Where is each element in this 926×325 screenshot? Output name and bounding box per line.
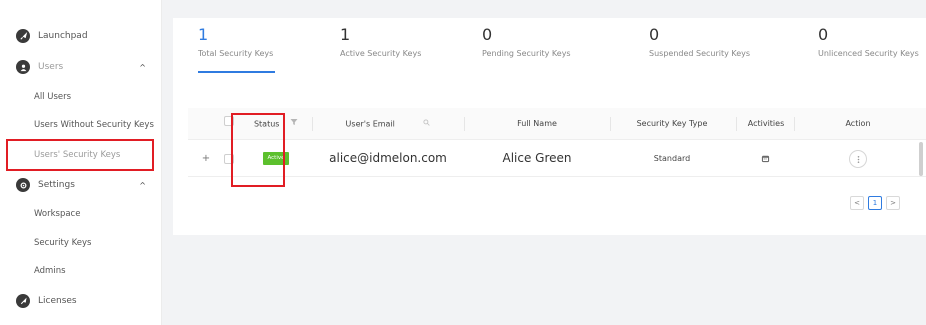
table-scrollbar[interactable] xyxy=(919,142,923,176)
table-row[interactable]: + Active alice@idmelon.com Alice Green S… xyxy=(188,140,926,177)
stat-label: Active Security Keys xyxy=(340,49,422,58)
full-name-cell: Alice Green xyxy=(502,151,572,165)
stat-pending-security-keys[interactable]: 0 Pending Security Keys xyxy=(482,25,571,59)
sidebar-item-label: Users' Security Keys xyxy=(34,150,121,160)
more-vertical-icon xyxy=(857,155,860,163)
sidebar-item-workspace[interactable]: Workspace xyxy=(0,209,162,219)
stat-label: Suspended Security Keys xyxy=(649,49,751,58)
security-keys-table: Status User's Email Full Name Security K… xyxy=(188,108,926,177)
stat-unlicenced-security-keys[interactable]: 0 Unlicenced Security Keys xyxy=(818,25,919,59)
stat-value: 1 xyxy=(340,25,351,44)
sidebar: Launchpad Users ^ All Users Users Withou… xyxy=(0,0,162,325)
sidebar-item-users[interactable]: Users ^ xyxy=(0,59,162,75)
header-email[interactable]: User's Email xyxy=(318,108,458,140)
sidebar-item-licenses[interactable]: Licenses xyxy=(0,293,162,309)
stat-suspended-security-keys[interactable]: 0 Suspended Security Keys xyxy=(649,25,751,59)
page-button-current[interactable]: 1 xyxy=(868,196,882,210)
sidebar-item-all-users[interactable]: All Users xyxy=(0,92,162,102)
stat-label: Pending Security Keys xyxy=(482,49,571,58)
next-page-button[interactable]: > xyxy=(886,196,900,210)
expand-row-button[interactable]: + xyxy=(200,140,212,177)
activities-button[interactable] xyxy=(757,150,775,168)
sidebar-item-label: Licenses xyxy=(38,296,77,306)
gear-icon xyxy=(16,178,30,192)
sidebar-item-users-security-keys[interactable]: Users' Security Keys xyxy=(6,139,154,171)
sidebar-item-label: Launchpad xyxy=(38,31,88,41)
pagination: < 1 > xyxy=(850,196,900,210)
stat-value: 0 xyxy=(818,25,829,44)
sidebar-item-security-keys[interactable]: Security Keys xyxy=(0,238,162,248)
prev-page-button[interactable]: < xyxy=(850,196,864,210)
stat-value: 0 xyxy=(649,25,660,44)
sidebar-item-label: Users xyxy=(38,62,64,72)
header-security-key-type: Security Key Type xyxy=(636,119,708,128)
activities-cell xyxy=(740,140,792,177)
header-activities: Activities xyxy=(747,119,785,128)
security-keys-panel: 1 Total Security Keys 1 Active Security … xyxy=(173,18,926,235)
sidebar-item-launchpad[interactable]: Launchpad xyxy=(0,28,162,44)
filter-icon[interactable] xyxy=(290,108,298,140)
security-key-type-cell: Standard xyxy=(653,154,691,163)
sidebar-item-admins[interactable]: Admins xyxy=(0,266,162,276)
active-tab-indicator xyxy=(198,71,275,73)
license-icon xyxy=(16,294,30,308)
sidebar-item-settings[interactable]: Settings ^ xyxy=(0,177,162,193)
stat-value: 0 xyxy=(482,25,493,44)
chevron-up-icon[interactable]: ^ xyxy=(139,63,146,72)
header-action: Action xyxy=(845,119,871,128)
header-full-name: Full Name xyxy=(517,119,557,128)
sidebar-item-users-without-keys[interactable]: Users Without Security Keys xyxy=(0,120,162,130)
email-cell: alice@idmelon.com xyxy=(329,151,447,165)
action-cell xyxy=(800,140,916,177)
sidebar-item-label: Settings xyxy=(38,180,75,190)
status-column-highlight xyxy=(231,113,285,187)
stat-value: 1 xyxy=(198,25,209,44)
table-header: Status User's Email Full Name Security K… xyxy=(188,108,926,140)
user-icon xyxy=(16,60,30,74)
rocket-icon xyxy=(16,29,30,43)
calendar-icon xyxy=(761,155,770,162)
stat-total-security-keys[interactable]: 1 Total Security Keys xyxy=(198,25,275,73)
stat-label: Unlicenced Security Keys xyxy=(818,49,919,58)
search-icon[interactable] xyxy=(423,108,431,140)
more-actions-button[interactable] xyxy=(849,149,867,168)
header-label: User's Email xyxy=(345,119,395,129)
stat-active-security-keys[interactable]: 1 Active Security Keys xyxy=(340,25,422,59)
stat-label: Total Security Keys xyxy=(198,49,274,58)
chevron-up-icon[interactable]: ^ xyxy=(139,181,146,190)
